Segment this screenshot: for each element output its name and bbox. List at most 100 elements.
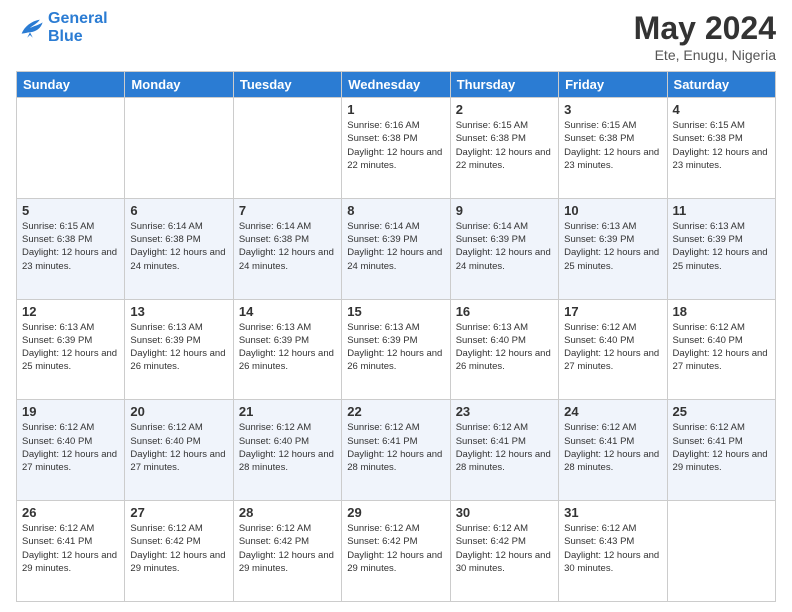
- calendar-week-row: 1 Sunrise: 6:16 AM Sunset: 6:38 PM Daylig…: [17, 98, 776, 199]
- day-number: 12: [22, 304, 119, 319]
- day-info: Sunrise: 6:13 AM Sunset: 6:39 PM Dayligh…: [130, 321, 227, 374]
- day-info: Sunrise: 6:13 AM Sunset: 6:39 PM Dayligh…: [564, 220, 661, 273]
- col-header-saturday: Saturday: [667, 72, 775, 98]
- col-header-sunday: Sunday: [17, 72, 125, 98]
- day-info: Sunrise: 6:12 AM Sunset: 6:42 PM Dayligh…: [456, 522, 553, 575]
- calendar-cell: 24Sunrise: 6:12 AM Sunset: 6:41 PM Dayli…: [559, 400, 667, 501]
- day-number: 11: [673, 203, 770, 218]
- day-info: Sunrise: 6:15 AM Sunset: 6:38 PM Dayligh…: [564, 119, 661, 172]
- logo-line1: General: [48, 10, 108, 28]
- day-number: 19: [22, 404, 119, 419]
- calendar-cell: 8 Sunrise: 6:14 AM Sunset: 6:39 PM Daylig…: [342, 198, 450, 299]
- day-number: 31: [564, 505, 661, 520]
- day-number: 3: [564, 102, 661, 117]
- day-info: Sunrise: 6:13 AM Sunset: 6:39 PM Dayligh…: [239, 321, 336, 374]
- calendar-title: May 2024: [634, 10, 776, 47]
- calendar-cell: 31 Sunrise: 6:12 AM Sunset: 6:43 PM Dayli…: [559, 501, 667, 602]
- day-number: 23: [456, 404, 553, 419]
- logo-line2: Blue: [48, 28, 108, 46]
- day-info: Sunrise: 6:12 AM Sunset: 6:40 PM Dayligh…: [564, 321, 661, 374]
- calendar-cell: [667, 501, 775, 602]
- header: General Blue May 2024 Ete, Enugu, Nigeri…: [16, 10, 776, 63]
- calendar-cell: 1 Sunrise: 6:16 AM Sunset: 6:38 PM Daylig…: [342, 98, 450, 199]
- day-info: Sunrise: 6:12 AM Sunset: 6:42 PM Dayligh…: [130, 522, 227, 575]
- col-header-tuesday: Tuesday: [233, 72, 341, 98]
- calendar-cell: 6Sunrise: 6:14 AM Sunset: 6:38 PM Daylig…: [125, 198, 233, 299]
- day-number: 22: [347, 404, 444, 419]
- day-number: 20: [130, 404, 227, 419]
- day-number: 10: [564, 203, 661, 218]
- col-header-monday: Monday: [125, 72, 233, 98]
- calendar-cell: 27 Sunrise: 6:12 AM Sunset: 6:42 PM Dayli…: [125, 501, 233, 602]
- calendar-cell: 16Sunrise: 6:13 AM Sunset: 6:40 PM Dayli…: [450, 299, 558, 400]
- calendar-cell: 26 Sunrise: 6:12 AM Sunset: 6:41 PM Dayli…: [17, 501, 125, 602]
- day-info: Sunrise: 6:12 AM Sunset: 6:41 PM Dayligh…: [673, 421, 770, 474]
- calendar-cell: 23 Sunrise: 6:12 AM Sunset: 6:41 PM Dayli…: [450, 400, 558, 501]
- calendar-cell: 13Sunrise: 6:13 AM Sunset: 6:39 PM Dayli…: [125, 299, 233, 400]
- day-number: 4: [673, 102, 770, 117]
- day-number: 18: [673, 304, 770, 319]
- calendar-subtitle: Ete, Enugu, Nigeria: [634, 47, 776, 63]
- calendar-cell: 3 Sunrise: 6:15 AM Sunset: 6:38 PM Daylig…: [559, 98, 667, 199]
- day-info: Sunrise: 6:12 AM Sunset: 6:42 PM Dayligh…: [347, 522, 444, 575]
- day-number: 27: [130, 505, 227, 520]
- calendar-cell: 30 Sunrise: 6:12 AM Sunset: 6:42 PM Dayli…: [450, 501, 558, 602]
- col-header-thursday: Thursday: [450, 72, 558, 98]
- day-number: 29: [347, 505, 444, 520]
- day-info: Sunrise: 6:13 AM Sunset: 6:39 PM Dayligh…: [347, 321, 444, 374]
- day-info: Sunrise: 6:13 AM Sunset: 6:40 PM Dayligh…: [456, 321, 553, 374]
- day-number: 7: [239, 203, 336, 218]
- day-number: 26: [22, 505, 119, 520]
- calendar-cell: [125, 98, 233, 199]
- calendar-cell: 17Sunrise: 6:12 AM Sunset: 6:40 PM Dayli…: [559, 299, 667, 400]
- calendar-cell: 19 Sunrise: 6:12 AM Sunset: 6:40 PM Dayli…: [17, 400, 125, 501]
- logo: General Blue: [16, 10, 108, 45]
- day-info: Sunrise: 6:12 AM Sunset: 6:42 PM Dayligh…: [239, 522, 336, 575]
- calendar-cell: 7 Sunrise: 6:14 AM Sunset: 6:38 PM Daylig…: [233, 198, 341, 299]
- calendar-cell: [17, 98, 125, 199]
- calendar-cell: 4 Sunrise: 6:15 AM Sunset: 6:38 PM Daylig…: [667, 98, 775, 199]
- day-info: Sunrise: 6:12 AM Sunset: 6:41 PM Dayligh…: [456, 421, 553, 474]
- calendar-cell: 22 Sunrise: 6:12 AM Sunset: 6:41 PM Dayli…: [342, 400, 450, 501]
- day-info: Sunrise: 6:12 AM Sunset: 6:41 PM Dayligh…: [564, 421, 661, 474]
- calendar-week-row: 12 Sunrise: 6:13 AM Sunset: 6:39 PM Dayli…: [17, 299, 776, 400]
- day-number: 28: [239, 505, 336, 520]
- day-number: 14: [239, 304, 336, 319]
- day-info: Sunrise: 6:14 AM Sunset: 6:38 PM Dayligh…: [130, 220, 227, 273]
- calendar-cell: 12 Sunrise: 6:13 AM Sunset: 6:39 PM Dayli…: [17, 299, 125, 400]
- day-info: Sunrise: 6:14 AM Sunset: 6:38 PM Dayligh…: [239, 220, 336, 273]
- calendar-cell: 2 Sunrise: 6:15 AM Sunset: 6:38 PM Daylig…: [450, 98, 558, 199]
- day-info: Sunrise: 6:15 AM Sunset: 6:38 PM Dayligh…: [673, 119, 770, 172]
- day-info: Sunrise: 6:13 AM Sunset: 6:39 PM Dayligh…: [22, 321, 119, 374]
- calendar-cell: 14 Sunrise: 6:13 AM Sunset: 6:39 PM Dayli…: [233, 299, 341, 400]
- page: General Blue May 2024 Ete, Enugu, Nigeri…: [0, 0, 792, 612]
- calendar-cell: 29 Sunrise: 6:12 AM Sunset: 6:42 PM Dayli…: [342, 501, 450, 602]
- day-info: Sunrise: 6:15 AM Sunset: 6:38 PM Dayligh…: [22, 220, 119, 273]
- day-info: Sunrise: 6:12 AM Sunset: 6:40 PM Dayligh…: [239, 421, 336, 474]
- day-info: Sunrise: 6:12 AM Sunset: 6:43 PM Dayligh…: [564, 522, 661, 575]
- day-number: 8: [347, 203, 444, 218]
- calendar-cell: 15Sunrise: 6:13 AM Sunset: 6:39 PM Dayli…: [342, 299, 450, 400]
- day-number: 1: [347, 102, 444, 117]
- day-number: 25: [673, 404, 770, 419]
- calendar-cell: 25 Sunrise: 6:12 AM Sunset: 6:41 PM Dayli…: [667, 400, 775, 501]
- day-number: 30: [456, 505, 553, 520]
- day-number: 2: [456, 102, 553, 117]
- col-header-wednesday: Wednesday: [342, 72, 450, 98]
- day-info: Sunrise: 6:13 AM Sunset: 6:39 PM Dayligh…: [673, 220, 770, 273]
- day-info: Sunrise: 6:12 AM Sunset: 6:41 PM Dayligh…: [22, 522, 119, 575]
- day-info: Sunrise: 6:12 AM Sunset: 6:41 PM Dayligh…: [347, 421, 444, 474]
- day-info: Sunrise: 6:15 AM Sunset: 6:38 PM Dayligh…: [456, 119, 553, 172]
- day-info: Sunrise: 6:12 AM Sunset: 6:40 PM Dayligh…: [130, 421, 227, 474]
- logo-text-block: General Blue: [48, 10, 108, 45]
- day-info: Sunrise: 6:12 AM Sunset: 6:40 PM Dayligh…: [22, 421, 119, 474]
- calendar-table: SundayMondayTuesdayWednesdayThursdayFrid…: [16, 71, 776, 602]
- calendar-cell: 18 Sunrise: 6:12 AM Sunset: 6:40 PM Dayli…: [667, 299, 775, 400]
- calendar-cell: 21 Sunrise: 6:12 AM Sunset: 6:40 PM Dayli…: [233, 400, 341, 501]
- day-info: Sunrise: 6:14 AM Sunset: 6:39 PM Dayligh…: [347, 220, 444, 273]
- calendar-header-row: SundayMondayTuesdayWednesdayThursdayFrid…: [17, 72, 776, 98]
- day-info: Sunrise: 6:12 AM Sunset: 6:40 PM Dayligh…: [673, 321, 770, 374]
- col-header-friday: Friday: [559, 72, 667, 98]
- day-number: 21: [239, 404, 336, 419]
- day-info: Sunrise: 6:16 AM Sunset: 6:38 PM Dayligh…: [347, 119, 444, 172]
